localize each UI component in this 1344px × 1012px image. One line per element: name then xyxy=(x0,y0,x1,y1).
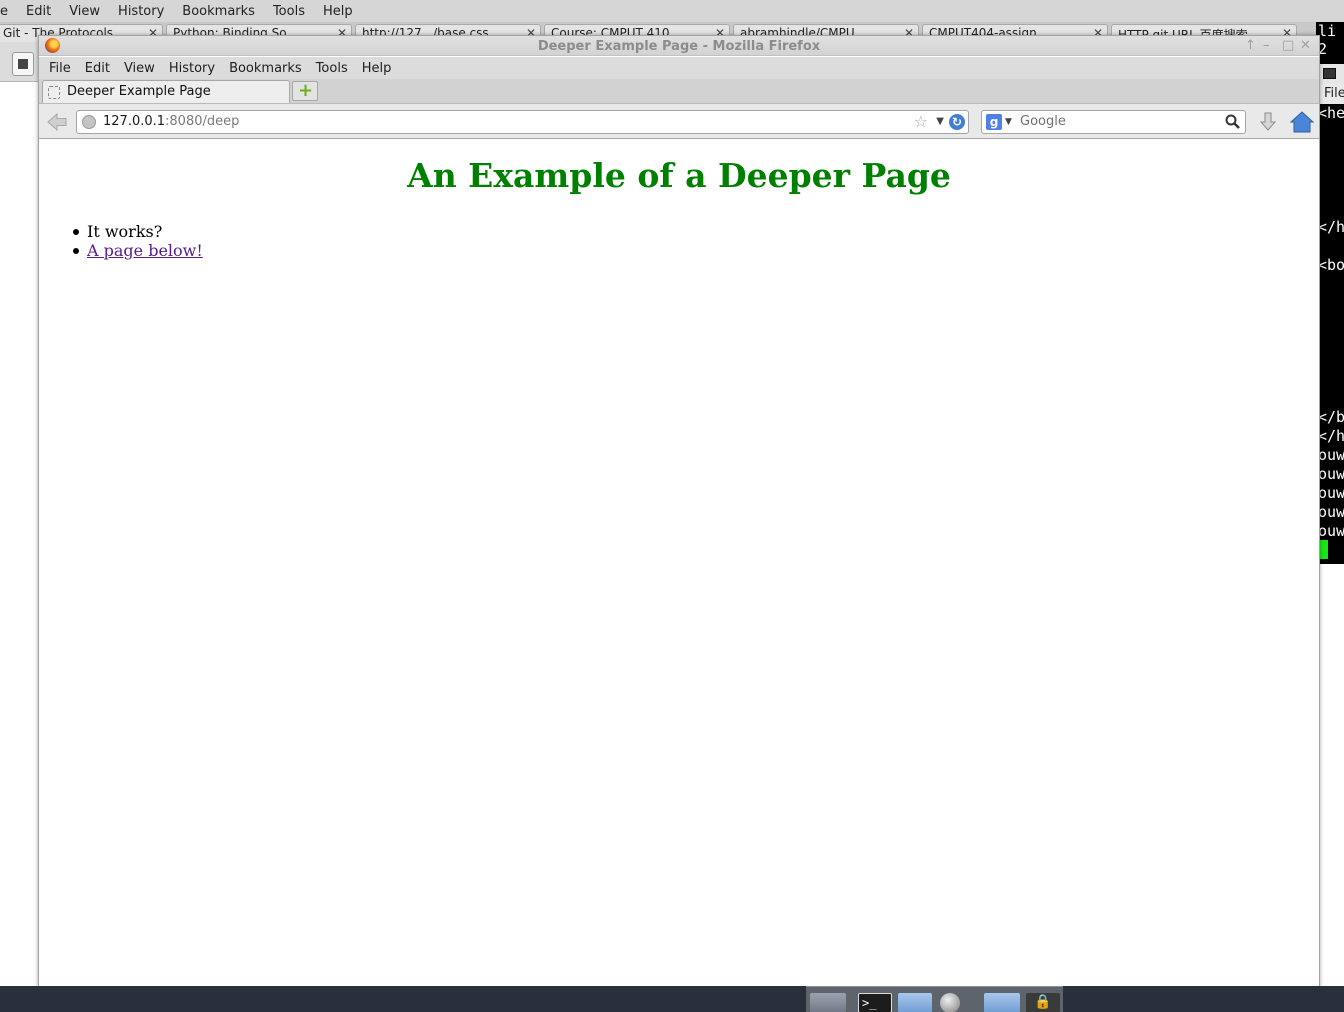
web-browser-icon[interactable] xyxy=(940,993,960,1012)
terminal-line: ouw xyxy=(1318,446,1344,464)
list-item: It works? xyxy=(73,222,203,241)
page-content: An Example of a Deeper Page It works? A … xyxy=(39,140,1319,987)
menu-tools[interactable]: Tools xyxy=(309,61,355,76)
url-bar[interactable]: 127.0.0.1:8080/deep ☆ ▼ ↻ xyxy=(76,110,969,134)
page-heading: An Example of a Deeper Page xyxy=(407,156,951,195)
background-menu-item[interactable]: Help xyxy=(314,4,362,19)
close-window-button[interactable]: ✕ xyxy=(1300,38,1311,53)
terminal-window[interactable]: li 2 File <he </h <bo </b </h ouw ouw ou… xyxy=(1316,22,1344,564)
download-arrow-icon xyxy=(1259,112,1277,131)
back-arrow-icon xyxy=(47,112,67,132)
terminal-menu-file[interactable]: File xyxy=(1316,84,1344,104)
taskbar-launcher-panel: >_ 🔒 xyxy=(806,986,1063,1012)
terminal-line: li xyxy=(1318,22,1337,40)
file-manager-icon[interactable] xyxy=(898,993,932,1012)
menu-help[interactable]: Help xyxy=(355,61,399,76)
background-menubar: e Edit View History Bookmarks Tools Help xyxy=(0,0,1344,22)
terminal-top-area: li 2 xyxy=(1316,22,1344,64)
terminal-line: <bo xyxy=(1318,256,1344,274)
taskbar xyxy=(0,986,1344,1012)
url-host: 127.0.0.1 xyxy=(103,114,166,129)
background-menu-item[interactable]: History xyxy=(109,4,173,19)
tab-label: Deeper Example Page xyxy=(67,84,211,99)
downloads-button[interactable] xyxy=(1256,110,1280,134)
google-engine-icon[interactable]: g xyxy=(986,114,1002,130)
blank-page-icon xyxy=(48,86,60,99)
background-menu-item[interactable]: Bookmarks xyxy=(173,4,264,19)
show-desktop-icon[interactable] xyxy=(810,993,846,1012)
maximize-button[interactable]: □ xyxy=(1282,38,1294,53)
minimize-button[interactable]: – xyxy=(1263,38,1270,53)
background-toolbar-button[interactable] xyxy=(12,52,34,76)
background-menu-item[interactable]: View xyxy=(60,4,109,19)
site-identity-icon[interactable] xyxy=(82,115,96,129)
window-titlebar[interactable]: Deeper Example Page - Mozilla Firefox ↑ … xyxy=(39,36,1319,56)
search-input[interactable]: Google xyxy=(1020,114,1066,129)
background-window-content xyxy=(0,42,38,986)
shade-window-button[interactable]: ↑ xyxy=(1245,38,1256,53)
terminal-line: </b xyxy=(1318,408,1344,426)
search-bar[interactable]: g ▼ Google xyxy=(981,110,1246,134)
terminal-line: </h xyxy=(1318,218,1344,236)
history-dropdown-icon[interactable]: ▼ xyxy=(936,116,944,127)
lock-icon[interactable]: 🔒 xyxy=(1026,993,1060,1012)
bookmark-star-icon[interactable]: ☆ xyxy=(914,112,928,131)
search-icon[interactable] xyxy=(1224,113,1242,131)
background-menu-item[interactable]: Edit xyxy=(17,4,60,19)
background-menu-item[interactable]: Tools xyxy=(264,4,314,19)
terminal-line: ouw xyxy=(1318,503,1344,521)
window-title: Deeper Example Page - Mozilla Firefox xyxy=(537,39,821,54)
url-path: :8080/deep xyxy=(165,114,240,129)
terminal-line: <he xyxy=(1318,104,1344,122)
url-text[interactable]: 127.0.0.1:8080/deep xyxy=(103,114,239,129)
menu-edit[interactable]: Edit xyxy=(78,61,117,76)
folder-icon[interactable] xyxy=(984,993,1020,1012)
terminal-line: ouw xyxy=(1318,484,1344,502)
engine-dropdown-icon[interactable]: ▼ xyxy=(1005,117,1012,127)
home-icon xyxy=(1289,111,1315,133)
new-tab-button[interactable]: + xyxy=(292,81,318,101)
firefox-window: Deeper Example Page - Mozilla Firefox ↑ … xyxy=(38,35,1320,988)
terminal-line: </h xyxy=(1318,427,1344,445)
list-item: A page below! xyxy=(73,241,203,260)
menu-view[interactable]: View xyxy=(117,61,162,76)
menu-file[interactable]: File xyxy=(42,61,78,76)
terminal-launcher-icon[interactable]: >_ xyxy=(858,993,892,1012)
background-menu-item[interactable]: e xyxy=(0,4,17,19)
home-button[interactable] xyxy=(1289,109,1315,135)
menu-history[interactable]: History xyxy=(162,61,222,76)
reload-icon[interactable]: ↻ xyxy=(949,114,965,130)
tab-deeper-example-page[interactable]: Deeper Example Page xyxy=(42,80,290,104)
terminal-icon xyxy=(1323,68,1336,79)
terminal-line: ouw xyxy=(1318,522,1344,540)
page-list: It works? A page below! xyxy=(73,222,203,260)
navigation-toolbar: 127.0.0.1:8080/deep ☆ ▼ ↻ g ▼ Google xyxy=(39,103,1319,139)
back-button[interactable] xyxy=(45,110,69,134)
page-below-link[interactable]: A page below! xyxy=(87,241,203,260)
menubar: File Edit View History Bookmarks Tools H… xyxy=(39,57,1319,79)
terminal-line: ouw xyxy=(1318,465,1344,483)
tab-bar: Deeper Example Page + xyxy=(39,79,1319,104)
plus-icon: + xyxy=(298,80,314,101)
menu-bookmarks[interactable]: Bookmarks xyxy=(222,61,309,76)
